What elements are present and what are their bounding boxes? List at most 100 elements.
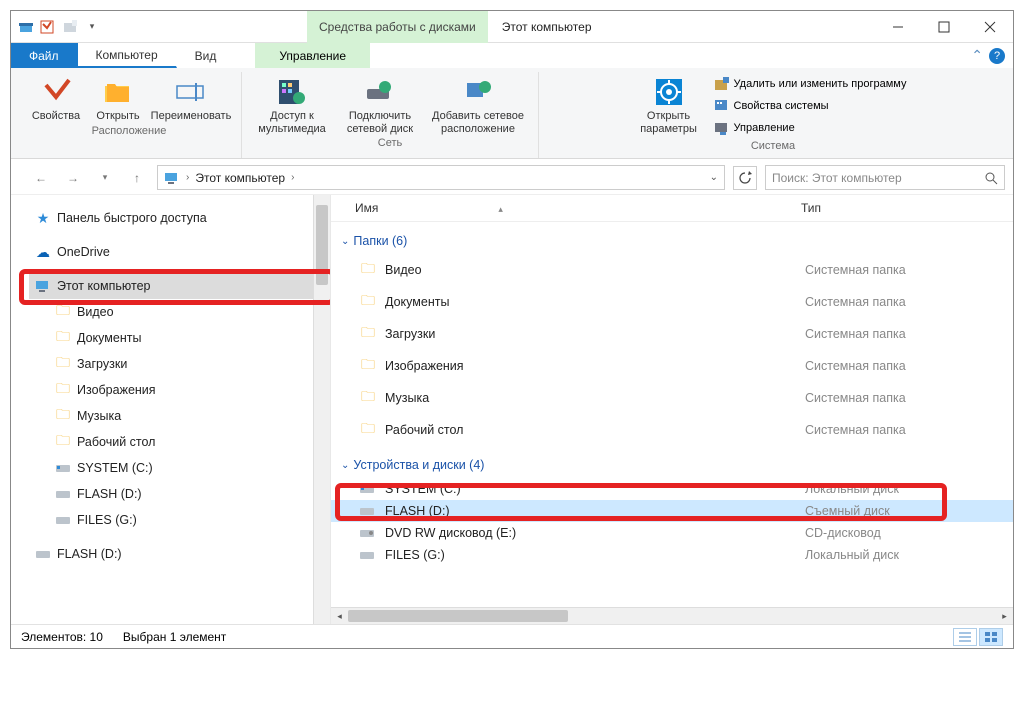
nav-flash-d[interactable]: FLASH (D:) [29, 481, 330, 507]
item-row[interactable]: 🗀ЗагрузкиСистемная папка [331, 318, 1013, 350]
search-icon [984, 171, 998, 185]
system-properties-icon [714, 98, 730, 114]
folder-icon: 🗀 [359, 354, 377, 378]
ribbon: Свойства Открыть Переименовать Расположе… [11, 68, 1013, 159]
minimize-button[interactable] [875, 11, 921, 43]
ribbon-system-properties-button[interactable]: Свойства системы [710, 96, 911, 116]
nav-history-button[interactable]: ▾ [93, 166, 117, 190]
nav-downloads[interactable]: 🗀Загрузки [29, 351, 330, 377]
chevron-down-icon: ⌄ [341, 460, 349, 471]
help-icon[interactable]: ? [989, 48, 1005, 64]
folder-icon: 🗀 [55, 382, 71, 398]
search-input[interactable]: Поиск: Этот компьютер [765, 165, 1005, 190]
nav-desktop[interactable]: 🗀Рабочий стол [29, 429, 330, 455]
ribbon-open-button[interactable]: Открыть [93, 72, 143, 123]
nav-quick-access[interactable]: ★ Панель быстрого доступа [29, 205, 330, 231]
ribbon-media-access-button[interactable]: Доступ к мультимедиа [252, 72, 332, 135]
dvd-drive-icon [359, 527, 377, 539]
folder-icon: 🗀 [359, 258, 377, 282]
folder-icon: 🗀 [55, 434, 71, 450]
ribbon-group-location: Свойства Открыть Переименовать Расположе… [17, 72, 242, 158]
tab-manage[interactable]: Управление [255, 43, 370, 68]
window-controls [875, 11, 1013, 43]
tab-view[interactable]: Вид [177, 43, 236, 68]
ribbon-open-settings-button[interactable]: Открыть параметры [636, 72, 702, 135]
ribbon-manage-button[interactable]: Управление [710, 118, 911, 138]
item-row-selected[interactable]: FLASH (D:)Съемный диск [331, 500, 1013, 522]
ribbon-tabs: Файл Компьютер Вид Управление ⌃ ? [11, 43, 1013, 68]
ribbon-uninstall-button[interactable]: Удалить или изменить программу [710, 74, 911, 94]
maximize-button[interactable] [921, 11, 967, 43]
drive-tools-context-tab[interactable]: Средства работы с дисками [307, 11, 488, 43]
item-row[interactable]: SYSTEM (C:)Локальный диск [331, 478, 1013, 500]
nav-videos[interactable]: 🗀Видео [29, 299, 330, 325]
ribbon-add-location-button[interactable]: Добавить сетевое расположение [428, 72, 528, 135]
status-selection-count: Выбран 1 элемент [123, 630, 226, 644]
nav-back-button[interactable]: ← [29, 166, 53, 190]
item-row[interactable]: DVD RW дисковод (E:)CD-дисковод [331, 522, 1013, 544]
ribbon-rename-button[interactable]: Переименовать [151, 72, 231, 123]
group-devices-header[interactable]: ⌄ Устройства и диски (4) [331, 446, 1013, 478]
explorer-window: ▾ Средства работы с дисками Этот компьют… [10, 10, 1014, 649]
nav-up-button[interactable]: ↑ [125, 166, 149, 190]
app-icon [17, 18, 35, 36]
status-bar: Элементов: 10 Выбран 1 элемент [11, 624, 1013, 648]
folder-icon: 🗀 [359, 322, 377, 346]
main-pane: Имя▴ Тип ⌄ Папки (6) 🗀ВидеоСистемная пап… [331, 195, 1013, 624]
nav-forward-button[interactable]: → [61, 166, 85, 190]
folder-icon: 🗀 [55, 408, 71, 424]
ribbon-group-network-title: Сеть [252, 135, 528, 153]
item-row[interactable]: 🗀ДокументыСистемная папка [331, 286, 1013, 318]
nav-system-c[interactable]: SYSTEM (C:) [29, 455, 330, 481]
folder-icon: 🗀 [55, 356, 71, 372]
item-row[interactable]: 🗀Рабочий столСистемная папка [331, 414, 1013, 446]
folder-icon: 🗀 [55, 330, 71, 346]
folder-icon: 🗀 [55, 304, 71, 320]
scroll-left-icon[interactable]: ◂ [331, 608, 348, 624]
tab-computer[interactable]: Компьютер [78, 43, 177, 68]
qat-new-folder-icon[interactable] [61, 18, 79, 36]
quick-access-toolbar: ▾ [11, 18, 107, 36]
nav-flash-d-root[interactable]: FLASH (D:) [29, 541, 330, 567]
ribbon-group-location-title: Расположение [27, 123, 231, 141]
ribbon-group-system: Открыть параметры Удалить или изменить п… [539, 72, 1007, 158]
horizontal-scrollbar[interactable]: ◂ ▸ [331, 607, 1013, 624]
scroll-right-icon[interactable]: ▸ [996, 608, 1013, 624]
item-row[interactable]: 🗀МузыкаСистемная папка [331, 382, 1013, 414]
tab-file[interactable]: Файл [11, 43, 78, 68]
nav-pictures[interactable]: 🗀Изображения [29, 377, 330, 403]
column-headers[interactable]: Имя▴ Тип [331, 195, 1013, 222]
folder-icon: 🗀 [359, 418, 377, 442]
group-folders-header[interactable]: ⌄ Папки (6) [331, 222, 1013, 254]
nav-scrollbar[interactable] [313, 195, 330, 624]
qat-properties-icon[interactable] [39, 18, 57, 36]
status-item-count: Элементов: 10 [21, 630, 103, 644]
address-dropdown-icon[interactable]: ⌄ [710, 172, 718, 183]
breadcrumb-this-pc[interactable]: Этот компьютер [195, 171, 285, 185]
ribbon-collapse-icon[interactable]: ⌃ [971, 47, 983, 64]
manage-icon [714, 120, 730, 136]
navigation-pane: ★ Панель быстрого доступа ☁ OneDrive Это… [11, 195, 331, 624]
nav-this-pc[interactable]: Этот компьютер [29, 273, 330, 299]
nav-music[interactable]: 🗀Музыка [29, 403, 330, 429]
view-icons-button[interactable] [979, 628, 1003, 646]
chevron-right-icon[interactable]: › [291, 172, 294, 183]
ribbon-map-drive-button[interactable]: Подключить сетевой диск [340, 72, 420, 135]
nav-files-g[interactable]: FILES (G:) [29, 507, 330, 533]
sort-asc-icon: ▴ [498, 204, 503, 214]
view-details-button[interactable] [953, 628, 977, 646]
close-button[interactable] [967, 11, 1013, 43]
refresh-button[interactable] [733, 166, 757, 190]
drive-icon [359, 483, 377, 495]
nav-documents[interactable]: 🗀Документы [29, 325, 330, 351]
drive-icon [55, 512, 71, 528]
item-row[interactable]: 🗀ИзображенияСистемная папка [331, 350, 1013, 382]
nav-onedrive[interactable]: ☁ OneDrive [29, 239, 330, 265]
item-row[interactable]: FILES (G:)Локальный диск [331, 544, 1013, 566]
item-row[interactable]: 🗀ВидеоСистемная папка [331, 254, 1013, 286]
drive-icon [55, 486, 71, 502]
qat-dropdown-icon[interactable]: ▾ [83, 18, 101, 36]
ribbon-properties-button[interactable]: Свойства [27, 72, 85, 123]
address-path[interactable]: › Этот компьютер › ⌄ [157, 165, 725, 190]
chevron-right-icon[interactable]: › [186, 172, 189, 183]
